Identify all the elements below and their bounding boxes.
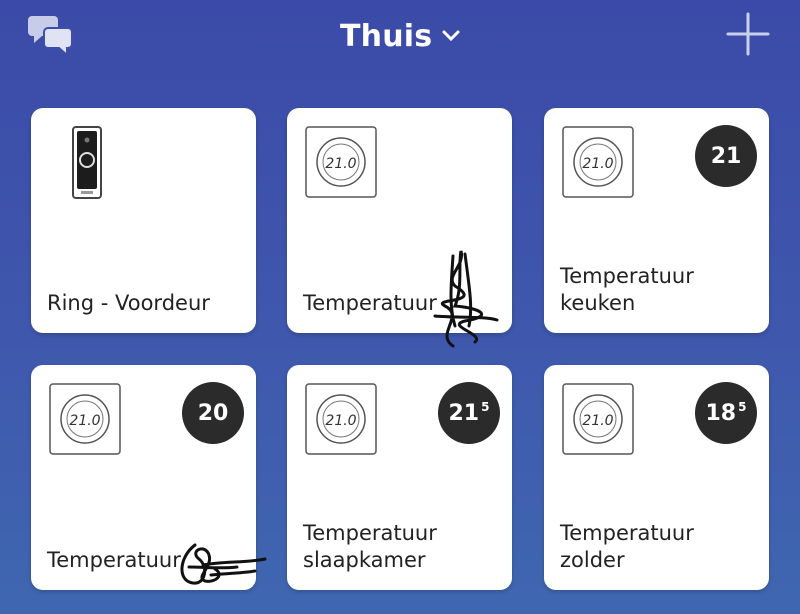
badge-decimal: 5 xyxy=(481,400,490,414)
scribble-redaction xyxy=(180,543,267,585)
badge-value: 21 xyxy=(448,400,480,426)
chat-bubbles-icon[interactable] xyxy=(28,14,74,58)
thermostat-display: 21.0 xyxy=(582,156,613,172)
thermostat-icon: 21.0 xyxy=(562,126,636,200)
page-title: Thuis xyxy=(340,18,433,54)
badge-value: 18 xyxy=(705,400,737,426)
thermostat-icon: 21.0 xyxy=(562,383,636,457)
temperature-badge: 21 xyxy=(695,125,757,187)
tile-label: Temperatuur zolder xyxy=(560,521,694,572)
device-tile-ring-voordeur[interactable]: Ring - Voordeur xyxy=(31,108,256,333)
thermostat-display: 21.0 xyxy=(582,413,613,429)
badge-value: 21 xyxy=(710,143,742,169)
plus-icon[interactable] xyxy=(724,12,772,56)
home-selector[interactable]: Thuis xyxy=(340,14,460,58)
device-tile-temperatuur-2[interactable]: 21.0 20 Temperatuur xyxy=(31,365,267,590)
device-tile-temperatuur-slaapkamer[interactable]: 21.0 21 5 Temperatuur slaapkamer xyxy=(287,365,512,590)
tile-label: Temperatuur keuken xyxy=(560,264,694,315)
device-tile-temperatuur-keuken[interactable]: 21.0 21 Temperatuur keuken xyxy=(544,108,769,333)
doorbell-icon xyxy=(71,126,103,200)
tile-label: Ring - Voordeur xyxy=(47,291,210,315)
tile-label: Temperatuur slaapkamer xyxy=(303,521,437,572)
thermostat-icon: 21.0 xyxy=(305,383,379,457)
thermostat-display: 21.0 xyxy=(325,413,356,429)
badge-decimal: 5 xyxy=(738,400,747,414)
top-bar: Thuis xyxy=(0,0,800,80)
scribble-redaction xyxy=(433,250,499,348)
badge-value: 20 xyxy=(197,400,229,426)
temperature-badge: 21 5 xyxy=(438,382,500,444)
thermostat-icon: 21.0 xyxy=(49,383,123,457)
temperature-badge: 18 5 xyxy=(695,382,757,444)
thermostat-icon: 21.0 xyxy=(305,126,379,200)
device-tile-temperatuur[interactable]: 21.0 Temperatuur xyxy=(287,108,512,348)
device-tile-temperatuur-zolder[interactable]: 21.0 18 5 Temperatuur zolder xyxy=(544,365,769,590)
chevron-down-icon xyxy=(442,27,460,46)
thermostat-display: 21.0 xyxy=(69,413,100,429)
temperature-badge: 20 xyxy=(182,382,244,444)
thermostat-display: 21.0 xyxy=(325,156,356,172)
